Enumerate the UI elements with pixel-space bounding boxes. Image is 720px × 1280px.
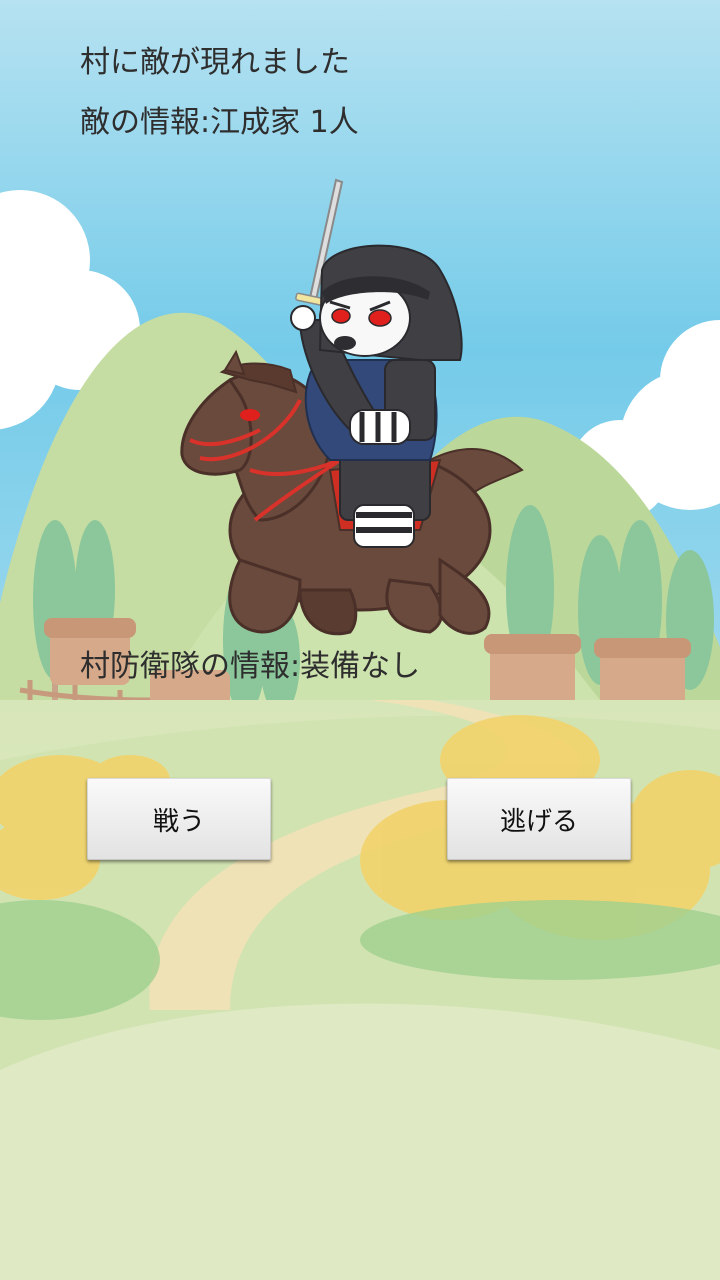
defense-info-text: 村防衛隊の情報:装備なし bbox=[80, 649, 421, 684]
flee-button[interactable]: 逃げる bbox=[447, 778, 631, 860]
fight-button[interactable]: 戦う bbox=[87, 778, 271, 860]
enemy-eye-left bbox=[331, 308, 351, 324]
enemy-info-text: 敵の情報:江成家 1人 bbox=[80, 105, 359, 140]
enemy-appeared-message: 村に敵が現れました bbox=[80, 45, 350, 80]
enemy-eye-right bbox=[368, 309, 392, 327]
game-background bbox=[0, 0, 720, 1280]
